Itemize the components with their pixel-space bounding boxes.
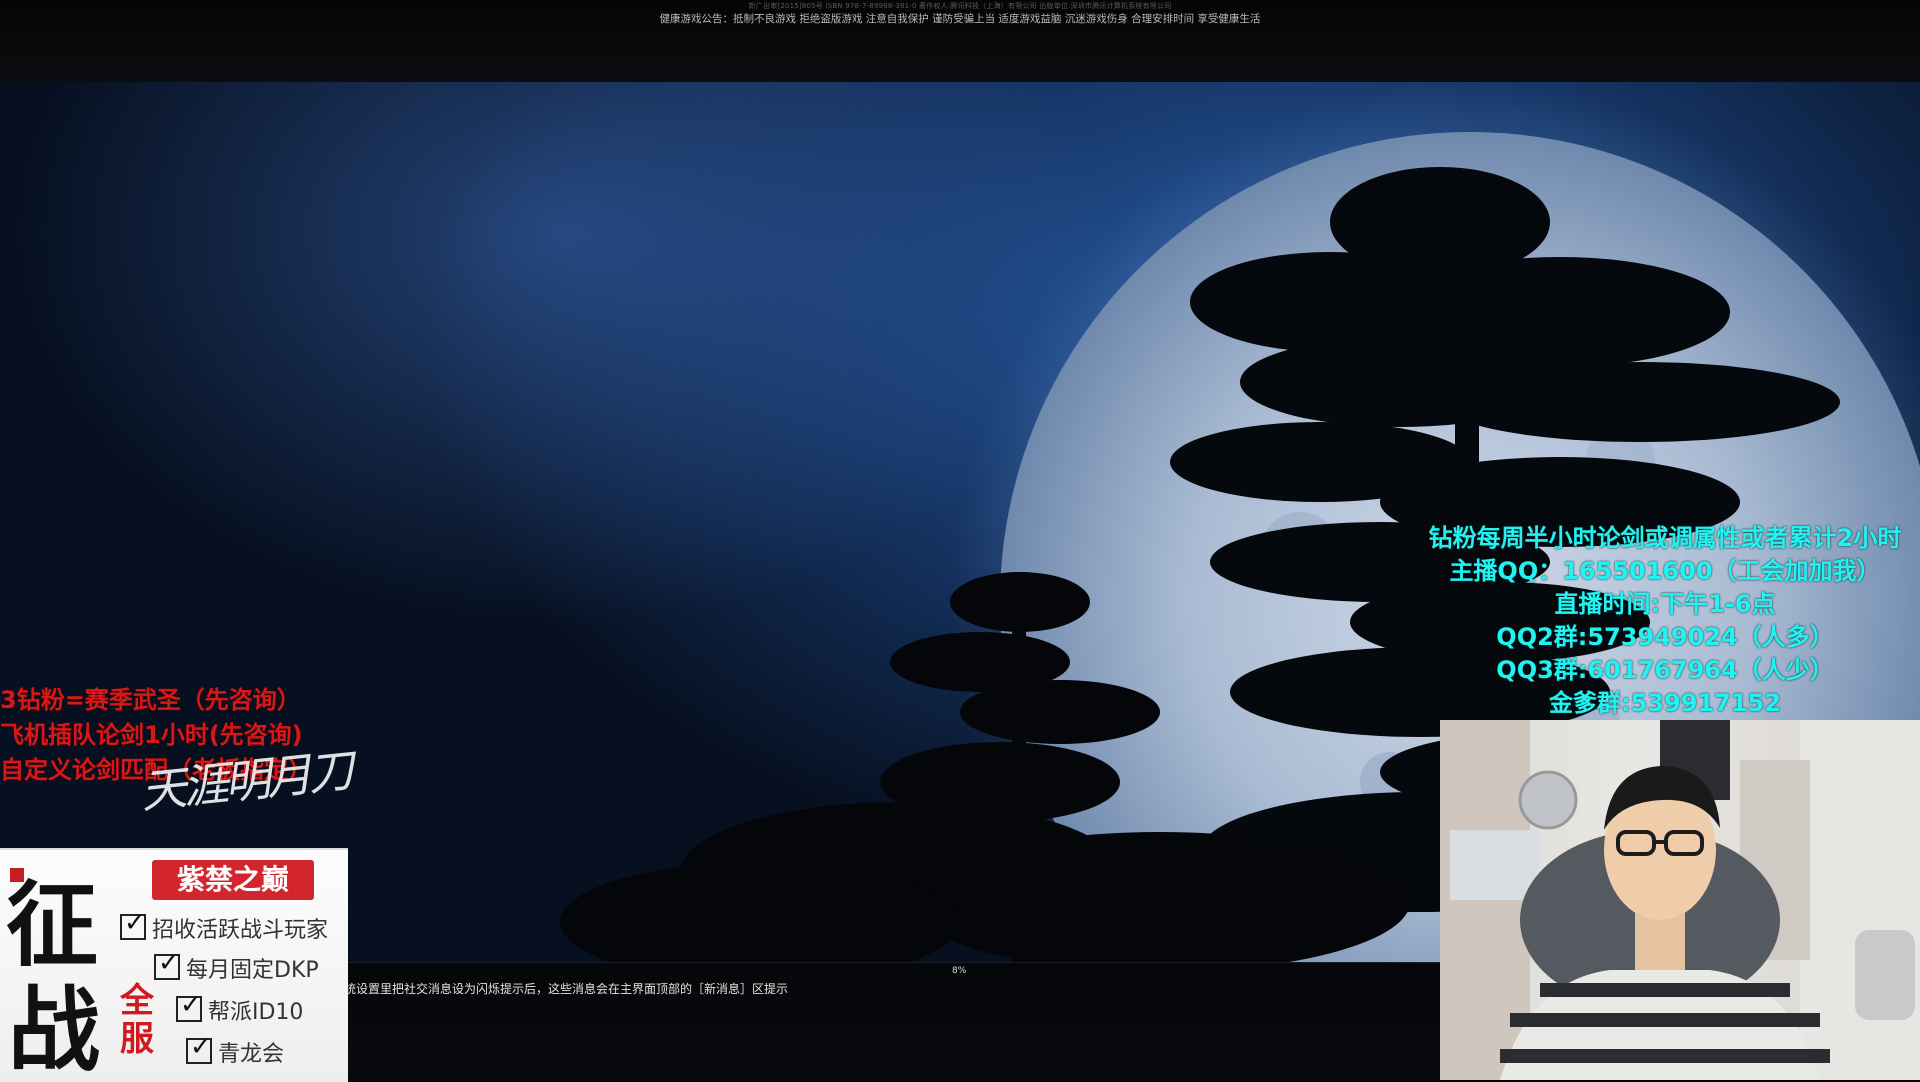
server-badge: 全服 — [120, 981, 154, 1059]
checkbox-icon — [176, 990, 202, 1022]
health-gaming-notice: 健康游戏公告：抵制不良游戏 拒绝盗版游戏 注意自我保护 谨防受骗上当 适度游戏益… — [659, 13, 1261, 25]
perk-label: 帮派ID10 — [208, 1000, 304, 1025]
perk-label: 青龙会 — [218, 1042, 285, 1067]
copyright-text: 新广出审[2015]805号 ISBN 978-7-89988-381-0 著作… — [748, 2, 1172, 10]
system-tip-message: 统设置里把社交消息设为闪烁提示后，这些消息会在主界面顶部的［新消息］区提示 — [344, 982, 789, 996]
perk-item: 帮派ID10 — [176, 990, 304, 1026]
perk-item: 青龙会 — [186, 1032, 285, 1068]
guild-logo-calligraphy: 征 战 — [6, 868, 100, 1072]
top-info-bar: 新广出审[2015]805号 ISBN 978-7-89988-381-0 著作… — [0, 0, 1920, 82]
svg-text:征: 征 — [6, 871, 98, 979]
stream-info-line: 主播QQ：165501600（工会加加我） — [1449, 557, 1881, 585]
stream-info-line: 金爹群:539917152 — [1549, 689, 1781, 717]
perk-label: 招收活跃战斗玩家 — [152, 918, 329, 943]
checkbox-icon — [186, 1032, 212, 1064]
stream-info-cyan: 钻粉每周半小时论剑或调属性或者累计2小时 主播QQ：165501600（工会加加… — [1410, 522, 1920, 720]
checkbox-icon — [120, 908, 146, 940]
guild-name-label: 紫禁之巅 — [152, 860, 314, 900]
red-note-line: 3钻粉=赛季武圣（先咨询） — [0, 686, 301, 714]
checkbox-icon — [154, 948, 180, 980]
guild-recruit-banner: 征 战 紫禁之巅 全服 招收活跃战斗玩家 每月固定DKP 帮派ID10 青龙会 — [0, 848, 348, 1082]
stream-info-line: 钻粉每周半小时论剑或调属性或者累计2小时 — [1428, 524, 1902, 552]
perk-item: 每月固定DKP — [154, 948, 319, 984]
stream-info-line: QQ2群:573949024（人多） — [1496, 623, 1834, 651]
streamer-webcam — [1440, 720, 1920, 1080]
stream-info-line: 直播时间:下午1-6点 — [1554, 590, 1776, 618]
stream-info-line: QQ3群:601767964（人少） — [1496, 656, 1834, 684]
streamer-figure — [1440, 720, 1920, 1080]
perk-label: 每月固定DKP — [186, 958, 319, 983]
svg-text:战: 战 — [8, 976, 100, 1072]
perk-item: 招收活跃战斗玩家 — [120, 908, 329, 944]
loading-progress-text: 8% — [952, 966, 967, 976]
